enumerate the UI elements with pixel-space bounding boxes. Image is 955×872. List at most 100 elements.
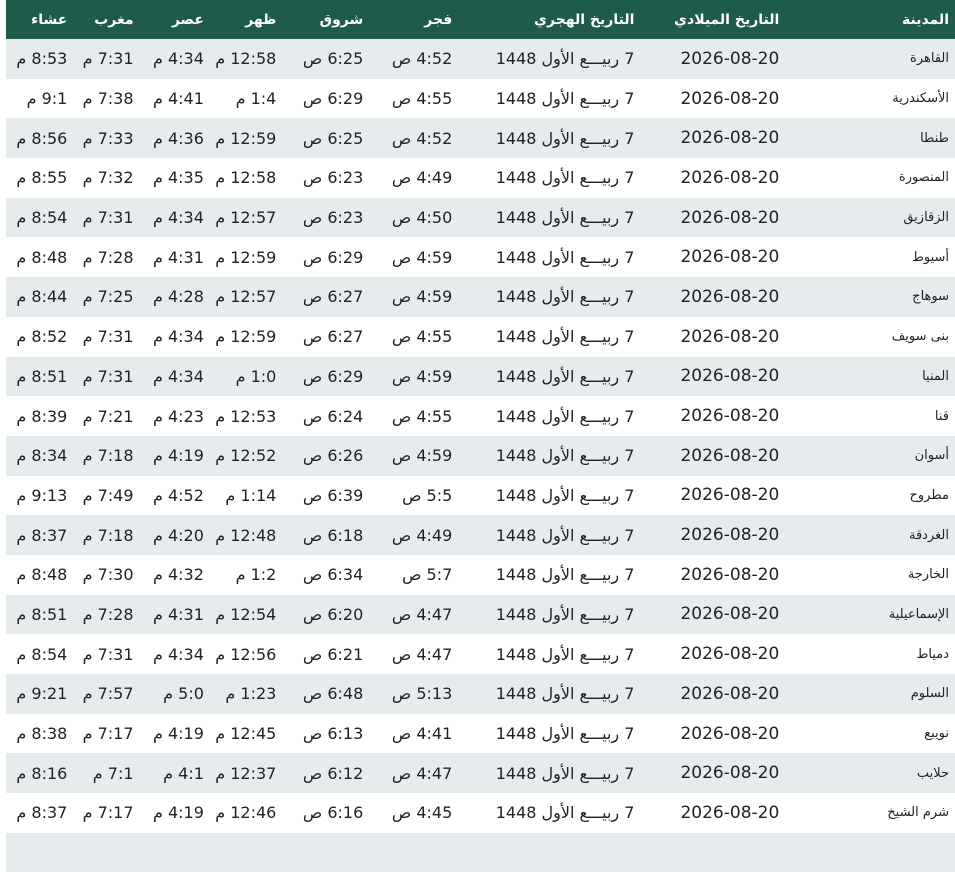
cell-sunrise: 6:27 ص — [302, 327, 364, 347]
cell-dhuhr: 1:2 م — [235, 565, 277, 585]
cell-dhuhr: 1:4 م — [235, 89, 277, 109]
cell-sunrise: 6:18 ص — [302, 525, 364, 545]
header-maghrib: مغرب — [94, 11, 134, 28]
cell-city: الإسماعيلية — [888, 606, 949, 622]
cell-dhuhr: 12:58 م — [215, 168, 277, 188]
cell-isha — [6, 833, 73, 872]
cell-maghrib: 7:1 م — [92, 763, 134, 783]
cell-sunrise: 6:29 ص — [302, 247, 364, 267]
cell-sunrise: 6:34 ص — [302, 565, 364, 585]
cell-city: بنى سويف — [891, 329, 949, 345]
cell-gregorian-date: 2026-08-20 — [680, 485, 780, 506]
cell-isha: 8:39 م — [16, 406, 68, 426]
cell-city: نويبع — [924, 726, 949, 742]
cell-maghrib: 7:31 م — [82, 49, 134, 69]
cell-maghrib: 7:49 م — [82, 485, 134, 505]
cell-sunrise: 6:25 ص — [302, 49, 364, 69]
cell-city: الخارجة — [907, 567, 949, 583]
cell-maghrib: 7:33 م — [82, 128, 134, 148]
cell-sunrise: 6:20 ص — [302, 604, 364, 624]
cell-hijri-date: 7 ربيـــع الأول 1448 — [495, 247, 635, 267]
header-dhuhr: ظهر — [245, 11, 277, 28]
table-row: الزقازيق 2026-08-20 7 ربيـــع الأول 1448 4:… — [6, 197, 955, 238]
cell-sunrise: 6:24 ص — [302, 406, 364, 426]
cell-fajr: 4:52 ص — [391, 128, 453, 148]
table-row: المنيا 2026-08-20 7 ربيـــع الأول 1448 4:59… — [6, 356, 955, 397]
cell-maghrib: 7:21 م — [82, 406, 134, 426]
cell-city: المنيا — [922, 368, 949, 384]
cell-maghrib: 7:17 م — [82, 724, 134, 744]
cell-sunrise: 6:13 ص — [302, 724, 364, 744]
cell-dhuhr: 12:59 م — [215, 247, 277, 267]
cell-sunrise: 6:23 ص — [302, 208, 364, 228]
cell-isha: 8:34 م — [16, 446, 68, 466]
cell-city: شرم الشيخ — [887, 805, 949, 821]
table-row: الغردقة 2026-08-20 7 ربيـــع الأول 1448 4:4… — [6, 515, 955, 555]
cell-asr: 4:34 م — [152, 644, 204, 664]
cell-city: الغردقة — [909, 527, 949, 543]
cell-gregorian-date: 2026-08-20 — [680, 644, 780, 665]
cell-gregorian-date: 2026-08-20 — [680, 48, 780, 69]
cell-isha: 8:48 م — [16, 565, 68, 585]
cell-gregorian-date: 2026-08-20 — [680, 326, 780, 347]
cell-maghrib: 7:30 م — [82, 565, 134, 585]
cell-gregorian-date: 2026-08-20 — [680, 286, 780, 307]
cell-fajr: 4:55 ص — [391, 406, 453, 426]
cell-maghrib: 7:28 م — [82, 247, 134, 267]
cell-hijri-date: 7 ربيـــع الأول 1448 — [495, 485, 635, 505]
cell-asr: 4:34 م — [152, 366, 204, 386]
cell-asr: 4:35 م — [152, 168, 204, 188]
cell-gregorian-date: 2026-08-20 — [680, 128, 780, 149]
cell-hijri-date: 7 ربيـــع الأول 1448 — [495, 287, 635, 307]
cell-asr: 4:34 م — [152, 49, 204, 69]
cell-asr: 4:31 م — [152, 247, 204, 267]
cell-hijri-date: 7 ربيـــع الأول 1448 — [495, 366, 635, 386]
cell-fajr: 4:47 ص — [391, 644, 453, 664]
cell-hijri-date: 7 ربيـــع الأول 1448 — [495, 803, 635, 823]
header-gregorian-date: التاريخ الميلادي — [674, 11, 780, 28]
cell-dhuhr: 12:59 م — [215, 327, 277, 347]
cell-gregorian-date: 2026-08-20 — [680, 88, 780, 109]
cell-city: طنطا — [920, 130, 949, 146]
prayer-times-table-container: المدينة التاريخ الميلادي التاريخ الهجري … — [6, 0, 955, 872]
cell-fajr: 4:52 ص — [391, 49, 453, 69]
cell-hijri-date: 7 ربيـــع الأول 1448 — [495, 525, 635, 545]
cell-maghrib: 7:25 م — [82, 287, 134, 307]
cell-fajr: 5:5 ص — [402, 485, 453, 505]
cell-dhuhr: 12:45 م — [215, 724, 277, 744]
table-body: القاهرة 2026-08-20 7 ربيـــع الأول 1448 4:5… — [6, 39, 955, 872]
cell-gregorian-date: 2026-08-20 — [680, 525, 780, 546]
prayer-times-table: المدينة التاريخ الميلادي التاريخ الهجري … — [6, 0, 955, 872]
table-row: أسوان 2026-08-20 7 ربيـــع الأول 1448 4:59 … — [6, 435, 955, 476]
cell-fajr: 4:49 ص — [391, 525, 453, 545]
cell-dhuhr: 12:46 م — [215, 803, 277, 823]
cell-fajr: 4:41 ص — [391, 724, 453, 744]
cell-maghrib: 7:31 م — [82, 327, 134, 347]
table-row: السلوم 2026-08-20 7 ربيـــع الأول 1448 5:13… — [6, 674, 955, 714]
cell-hijri-date: 7 ربيـــع الأول 1448 — [495, 644, 635, 664]
cell-maghrib: 7:38 م — [82, 89, 134, 109]
cell-dhuhr: 12:37 م — [215, 763, 277, 783]
cell-dhuhr: 1:14 م — [225, 485, 277, 505]
table-row: أسيوط 2026-08-20 7 ربيـــع الأول 1448 4:59 … — [6, 237, 955, 278]
cell-asr: 4:36 م — [152, 128, 204, 148]
cell-gregorian-date: 2026-08-20 — [680, 366, 780, 387]
cell-isha: 8:51 م — [16, 604, 68, 624]
cell-fajr: 4:47 ص — [391, 763, 453, 783]
cell-fajr: 4:55 ص — [391, 89, 453, 109]
cell-sunrise: 6:26 ص — [302, 446, 364, 466]
cell-gregorian-date: 2026-08-20 — [680, 723, 780, 744]
cell-maghrib: 7:31 م — [82, 644, 134, 664]
table-header: المدينة التاريخ الميلادي التاريخ الهجري … — [6, 0, 955, 39]
header-sunrise: شروق — [319, 11, 364, 28]
cell-hijri-date: 7 ربيـــع الأول 1448 — [495, 327, 635, 347]
header-row: المدينة التاريخ الميلادي التاريخ الهجري … — [6, 0, 955, 39]
cell-isha: 8:56 م — [16, 128, 68, 148]
cell-fajr: 4:49 ص — [391, 168, 453, 188]
cell-dhuhr: 12:59 م — [215, 128, 277, 148]
cell-dhuhr: 12:52 م — [215, 446, 277, 466]
cell-hijri-date: 7 ربيـــع الأول 1448 — [495, 89, 635, 109]
cell-gregorian-date: 2026-08-20 — [680, 406, 780, 427]
table-row: مطروح 2026-08-20 7 ربيـــع الأول 1448 5:5 ص… — [6, 475, 955, 516]
cell-fajr: 4:45 ص — [391, 803, 453, 823]
